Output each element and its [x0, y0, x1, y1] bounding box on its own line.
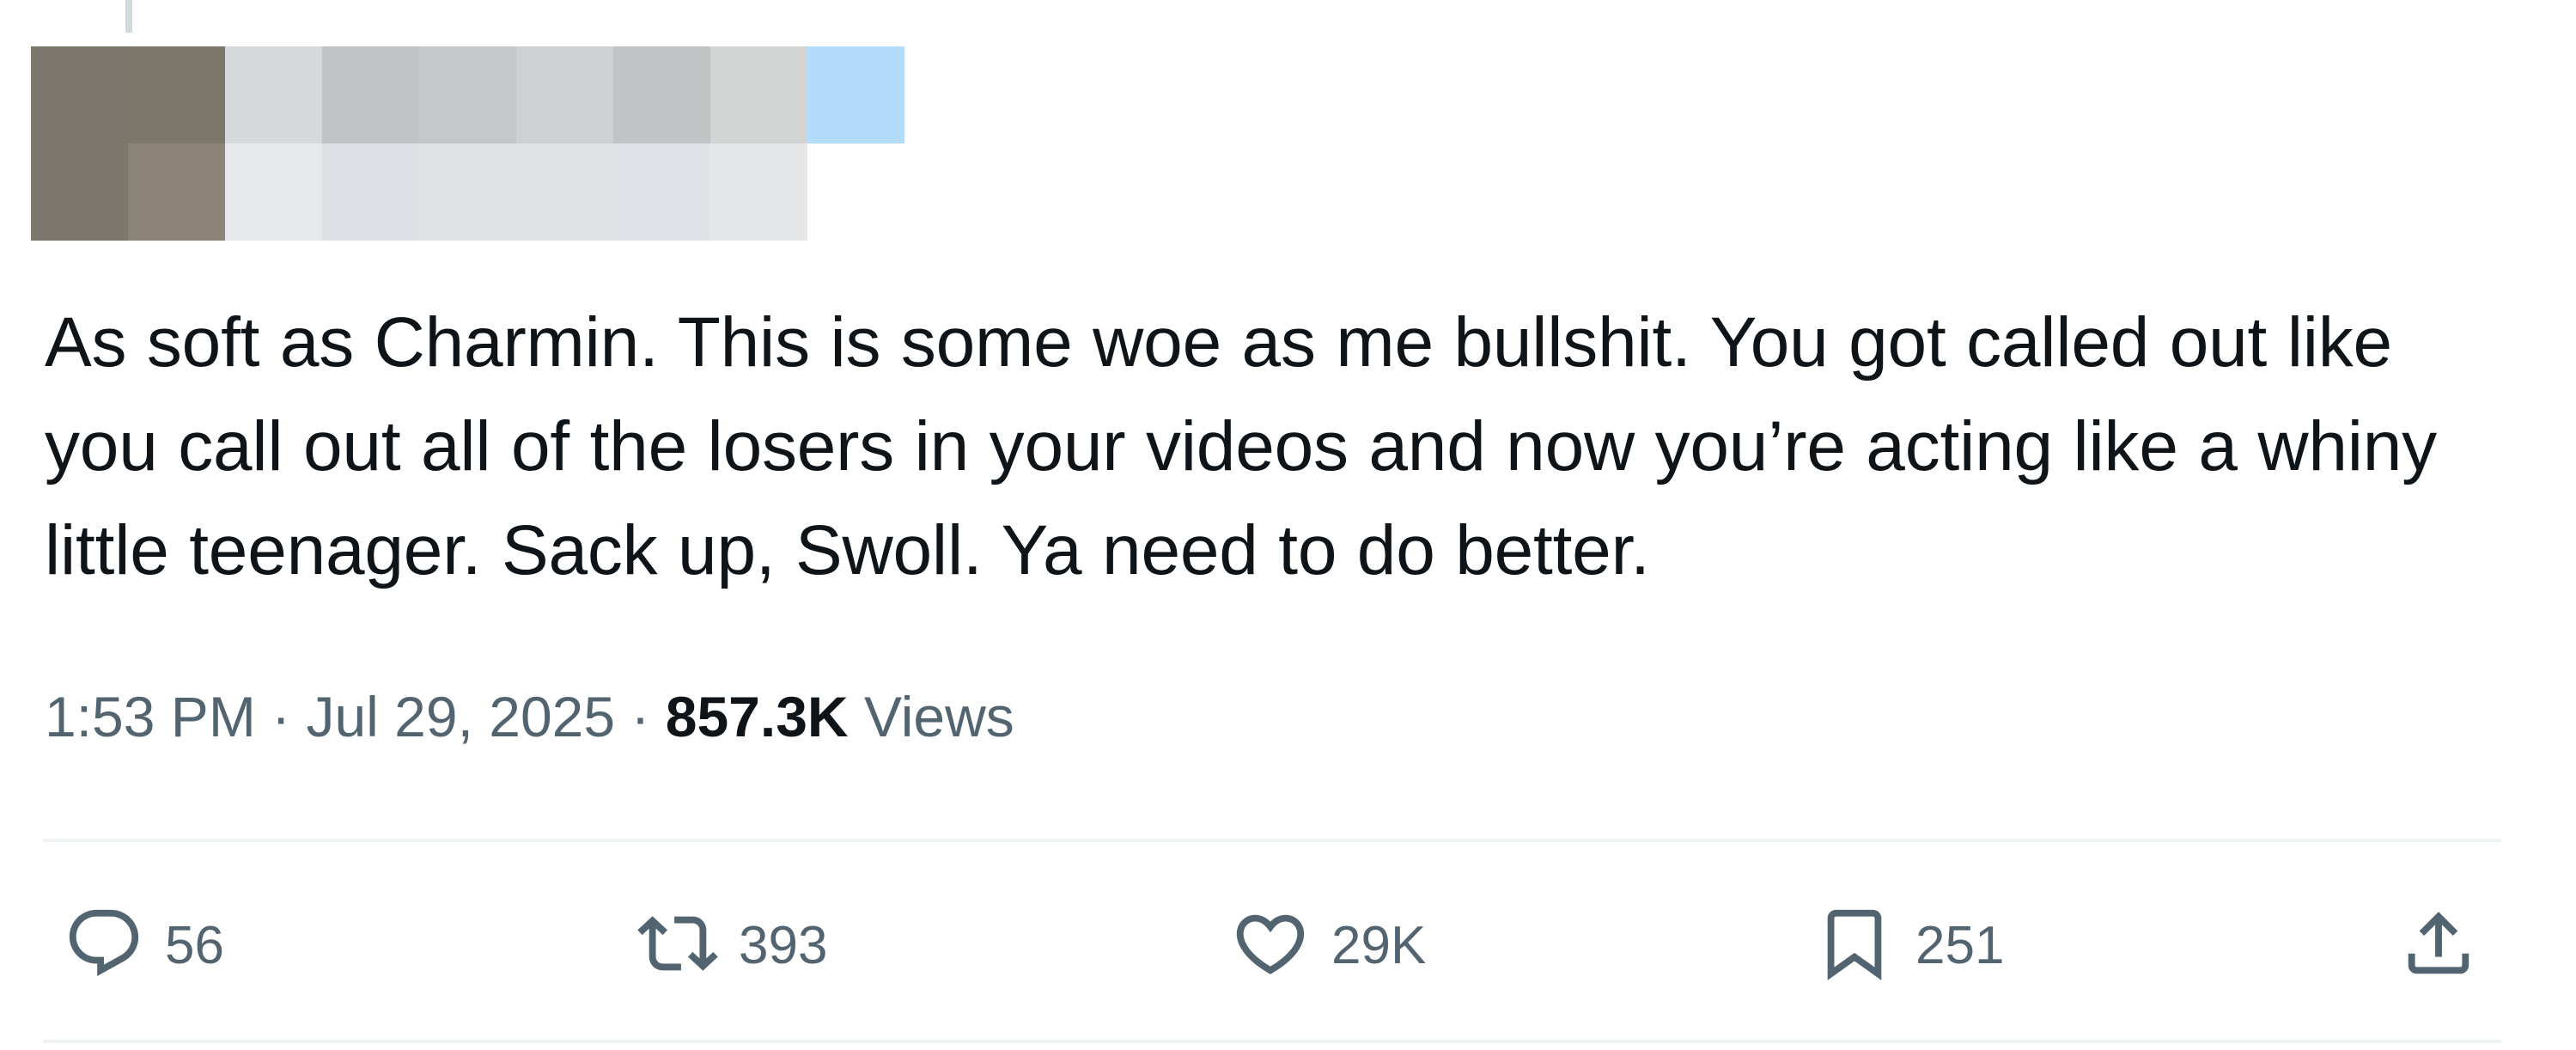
mosaic-cell: [710, 143, 807, 241]
divider-bottom: [43, 1040, 2501, 1043]
repost-arrows-icon: [637, 903, 718, 988]
bookmark-icon: [1814, 903, 1895, 988]
bookmark-count: 251: [1915, 915, 2005, 975]
mosaic-cell: [225, 143, 322, 241]
mosaic-cell: [613, 143, 710, 241]
mosaic-cell: [128, 46, 225, 143]
mosaic-cell: [807, 143, 904, 241]
mosaic-cell: [31, 46, 128, 143]
views-count: 857.3K: [665, 685, 849, 748]
speech-bubble-icon: [64, 903, 144, 988]
like-count: 29K: [1331, 915, 1427, 975]
heart-icon: [1230, 903, 1311, 988]
share-upload-icon: [2398, 903, 2479, 988]
tweet-time[interactable]: 1:53 PM: [45, 685, 256, 748]
mosaic-cell: [322, 46, 419, 143]
share-button[interactable]: [2398, 894, 2479, 997]
tweet-action-bar: 56 393 29K 251: [0, 894, 2576, 997]
meta-separator: ·: [271, 685, 291, 748]
tweet-date[interactable]: Jul 29, 2025: [306, 685, 615, 748]
mosaic-cell: [613, 46, 710, 143]
meta-separator: ·: [630, 685, 650, 748]
mosaic-cell: [710, 46, 807, 143]
like-button[interactable]: 29K: [1230, 894, 1426, 997]
mosaic-cell: [225, 46, 322, 143]
tweet-meta: 1:53 PM · Jul 29, 2025 · 857.3K Views: [45, 675, 1014, 758]
repost-count: 393: [739, 915, 828, 975]
mosaic-cell: [128, 143, 225, 241]
mosaic-cell: [516, 143, 613, 241]
tweet-text: As soft as Charmin. This is some woe as …: [45, 303, 2437, 589]
pixelated-author-header: [31, 46, 904, 241]
repost-button[interactable]: 393: [637, 894, 827, 997]
divider-top: [43, 839, 2501, 842]
thread-connector-line: [125, 0, 132, 33]
mosaic-cell: [322, 143, 419, 241]
mosaic-cell: [419, 143, 516, 241]
mosaic-cell: [419, 46, 516, 143]
mosaic-cell: [516, 46, 613, 143]
bookmark-button[interactable]: 251: [1814, 894, 2004, 997]
mosaic-cell: [807, 46, 904, 143]
views-label: Views: [863, 685, 1014, 748]
reply-button[interactable]: 56: [64, 894, 224, 997]
mosaic-cell: [31, 143, 128, 241]
reply-count: 56: [165, 915, 224, 975]
